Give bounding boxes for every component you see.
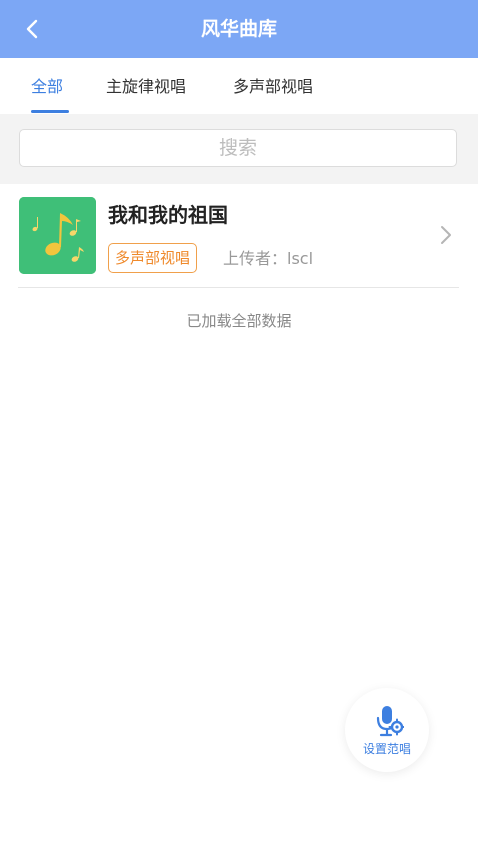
top-header: 风华曲库 [0,0,478,58]
active-tab-indicator [31,110,69,113]
tab-bar: 全部 主旋律视唱 多声部视唱 [0,58,478,114]
search-bar: 搜索 [0,114,478,184]
uploader-text: 上传者：lscl [223,249,314,268]
page-title: 风华曲库 [200,18,277,40]
list-end-status: 已加载全部数据 [186,312,292,330]
category-tag: 多声部视唱 [108,243,198,273]
back-chevron-icon[interactable] [18,15,46,43]
microphone-settings-icon [374,704,405,738]
search-input[interactable]: 搜索 [19,129,457,167]
tab-multi-part-sight-singing[interactable]: 多声部视唱 [233,76,313,98]
music-notes-icon [19,197,96,274]
list-item[interactable]: 我和我的祖国 多声部视唱 上传者：lscl [18,195,459,288]
chevron-right-icon [438,223,454,247]
tab-melody-sight-singing[interactable]: 主旋律视唱 [106,76,186,98]
fab-label: 设置范唱 [362,742,411,756]
tab-all[interactable]: 全部 [31,76,63,98]
song-title: 我和我的祖国 [108,203,228,227]
set-demo-singing-button[interactable]: 设置范唱 [345,688,429,772]
